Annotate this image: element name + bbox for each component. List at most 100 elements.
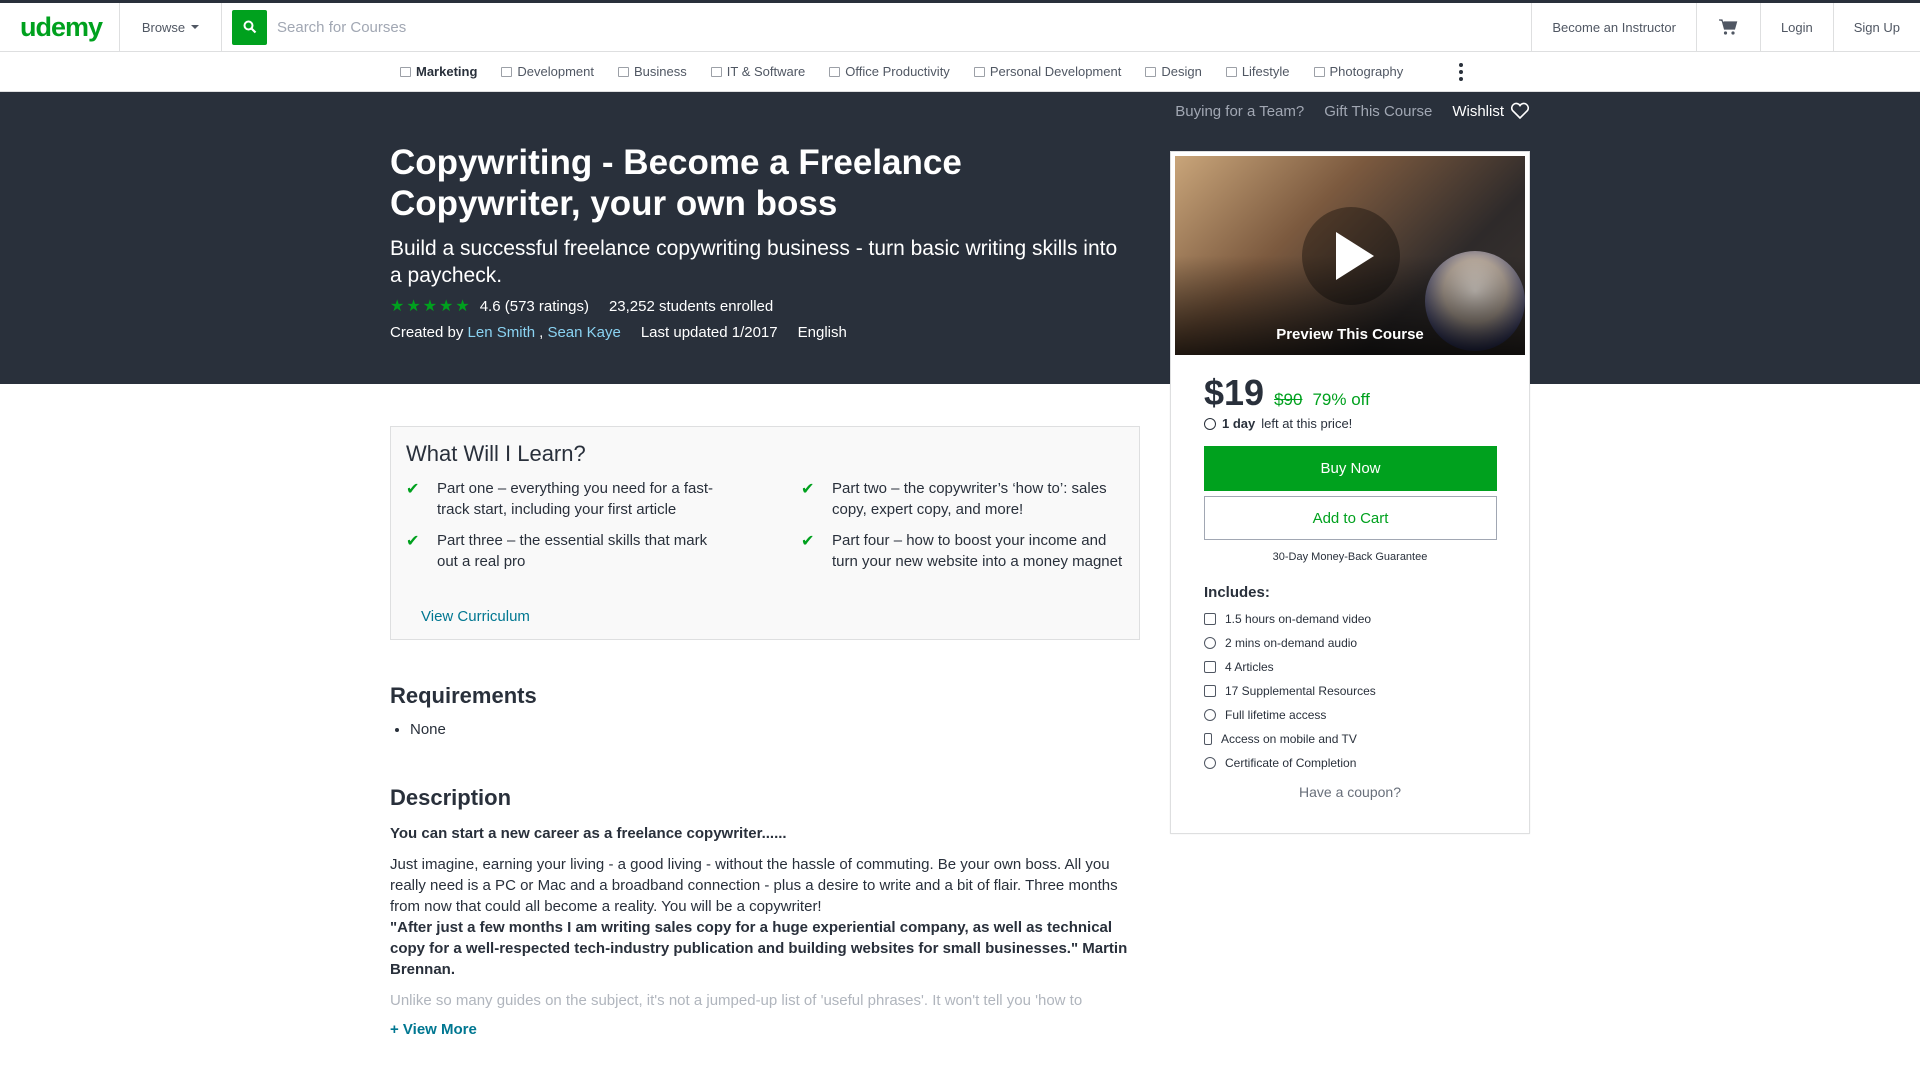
category-lifestyle[interactable]: Lifestyle bbox=[1225, 64, 1290, 79]
check-icon: ✔ bbox=[801, 481, 815, 498]
include-item: Certificate of Completion bbox=[1204, 751, 1376, 775]
search-icon bbox=[243, 20, 256, 34]
view-more-link[interactable]: + View More bbox=[390, 1021, 477, 1038]
original-price: $90 bbox=[1274, 390, 1303, 409]
include-item: 1.5 hours on-demand video bbox=[1204, 607, 1376, 631]
add-to-cart-button[interactable]: Add to Cart bbox=[1204, 496, 1497, 540]
includes-title: Includes: bbox=[1204, 584, 1270, 601]
category-photography[interactable]: Photography bbox=[1313, 64, 1404, 79]
article-icon bbox=[1204, 661, 1216, 673]
include-label: Certificate of Completion bbox=[1225, 756, 1357, 770]
more-categories-icon[interactable] bbox=[1459, 62, 1464, 81]
money-back-guarantee: 30-Day Money-Back Guarantee bbox=[1272, 551, 1428, 563]
description-text: Just imagine, earning your living - a go… bbox=[390, 856, 1118, 915]
search-bar bbox=[222, 2, 1533, 52]
course-meta: Created by Len Smith, Sean Kaye Last upd… bbox=[390, 324, 847, 341]
current-price: $19 bbox=[1204, 372, 1265, 413]
include-label: Full lifetime access bbox=[1225, 708, 1327, 722]
category-label: Business bbox=[634, 64, 687, 79]
search-input[interactable] bbox=[277, 18, 877, 36]
mobile-icon bbox=[1204, 733, 1212, 745]
learn-item: ✔ Part three – the essential skills that… bbox=[406, 530, 726, 572]
signup-link[interactable]: Sign Up bbox=[1834, 3, 1920, 52]
course-title: Copywriting - Become a Freelance Copywri… bbox=[390, 143, 962, 223]
wishlist-label: Wishlist bbox=[1452, 102, 1504, 120]
login-link[interactable]: Login bbox=[1761, 2, 1834, 52]
include-label: 2 mins on-demand audio bbox=[1225, 636, 1358, 650]
coupon-link[interactable]: Have a coupon? bbox=[1171, 784, 1529, 800]
wishlist-button[interactable]: Wishlist bbox=[1452, 102, 1530, 120]
check-icon: ✔ bbox=[406, 533, 420, 550]
book-icon bbox=[973, 66, 985, 77]
time-left-text: left at this price! bbox=[1261, 416, 1353, 431]
rating-text[interactable]: 4.6 (573 ratings) bbox=[480, 298, 589, 315]
learn-item-text: Part one – everything you need for a fas… bbox=[437, 480, 713, 518]
preview-label: Preview This Course bbox=[1276, 326, 1424, 343]
buy-now-button[interactable]: Buy Now bbox=[1204, 446, 1497, 491]
category-nav: Marketing Development Business IT & Soft… bbox=[0, 52, 1920, 92]
marketing-icon bbox=[400, 66, 411, 77]
learn-item: ✔ Part four – how to boost your income a… bbox=[801, 530, 1131, 572]
category-personal-development[interactable]: Personal Development bbox=[973, 64, 1122, 79]
browse-menu-button[interactable]: Browse bbox=[120, 2, 222, 52]
audio-icon bbox=[1204, 637, 1216, 649]
include-label: 1.5 hours on-demand video bbox=[1225, 612, 1372, 626]
last-updated: Last updated 1/2017 bbox=[640, 324, 778, 341]
udemy-logo[interactable]: udemy bbox=[0, 2, 120, 52]
lifestyle-icon bbox=[1225, 66, 1237, 77]
star-icon: ★ bbox=[390, 298, 405, 315]
course-language: English bbox=[797, 324, 847, 341]
become-instructor-link[interactable]: Become an Instructor bbox=[1532, 2, 1697, 52]
category-label: IT & Software bbox=[726, 64, 806, 79]
browse-label: Browse bbox=[141, 19, 186, 35]
description-paragraph: Just imagine, earning your living - a go… bbox=[390, 854, 1130, 917]
star-half-icon: ★ bbox=[455, 298, 470, 315]
category-marketing[interactable]: Marketing bbox=[400, 64, 477, 79]
include-item: Access on mobile and TV bbox=[1204, 727, 1376, 751]
course-subtitle: Build a successful freelance copywriting… bbox=[390, 237, 1118, 287]
description-body: You can start a new career as a freelanc… bbox=[390, 823, 1130, 1021]
requirements-title: Requirements bbox=[390, 683, 537, 708]
gift-course-link[interactable]: Gift This Course bbox=[1324, 103, 1432, 120]
category-office-productivity[interactable]: Office Productivity bbox=[829, 64, 950, 79]
camera-icon bbox=[1313, 66, 1325, 77]
category-development[interactable]: Development bbox=[501, 64, 594, 79]
author-link[interactable]: Sean Kaye bbox=[547, 324, 620, 341]
resources-icon bbox=[1204, 685, 1216, 697]
description-paragraph: Unlike so many guides on the subject, it… bbox=[390, 992, 1083, 1009]
course-preview-video[interactable]: Preview This Course bbox=[1175, 156, 1525, 355]
learn-item-text: Part two – the copywriter’s ‘how to’: sa… bbox=[832, 480, 1107, 518]
top-header: udemy Browse Become an Instructor Login … bbox=[0, 0, 1920, 52]
category-business[interactable]: Business bbox=[618, 64, 687, 79]
time-left: 1 day bbox=[1222, 416, 1256, 431]
category-it-software[interactable]: IT & Software bbox=[710, 64, 806, 79]
what-you-learn-box: What Will I Learn? ✔ Part one – everythi… bbox=[390, 426, 1140, 640]
ruler-icon bbox=[1145, 66, 1157, 77]
certificate-icon bbox=[1204, 757, 1216, 769]
students-enrolled: 23,252 students enrolled bbox=[608, 297, 774, 315]
code-icon bbox=[501, 66, 513, 77]
chevron-down-icon bbox=[191, 25, 200, 29]
view-curriculum-link[interactable]: View Curriculum bbox=[421, 608, 530, 625]
buying-for-team-link[interactable]: Buying for a Team? bbox=[1175, 103, 1304, 120]
check-icon: ✔ bbox=[801, 533, 815, 550]
star-icon: ★ bbox=[406, 298, 421, 315]
requirement-item: None bbox=[410, 721, 446, 738]
author-link[interactable]: Len Smith bbox=[468, 324, 536, 341]
play-icon[interactable] bbox=[1302, 207, 1400, 305]
cart-button[interactable] bbox=[1697, 2, 1761, 52]
description-lead: You can start a new career as a freelanc… bbox=[390, 825, 787, 842]
category-label: Personal Development bbox=[989, 64, 1122, 79]
video-icon bbox=[1204, 613, 1216, 625]
include-label: 17 Supplemental Resources bbox=[1225, 684, 1376, 698]
learn-item: ✔ Part one – everything you need for a f… bbox=[406, 478, 726, 520]
search-button[interactable] bbox=[232, 9, 267, 45]
clock-icon bbox=[1204, 417, 1216, 430]
monitor-icon bbox=[710, 66, 722, 77]
learn-title: What Will I Learn? bbox=[406, 441, 586, 466]
created-by-label: Created by bbox=[390, 324, 464, 341]
category-label: Photography bbox=[1329, 64, 1404, 79]
rating-row: ★ ★ ★ ★ ★ 4.6 (573 ratings) 23,252 stude… bbox=[390, 296, 773, 316]
category-design[interactable]: Design bbox=[1145, 64, 1202, 79]
include-item: 17 Supplemental Resources bbox=[1204, 679, 1376, 703]
